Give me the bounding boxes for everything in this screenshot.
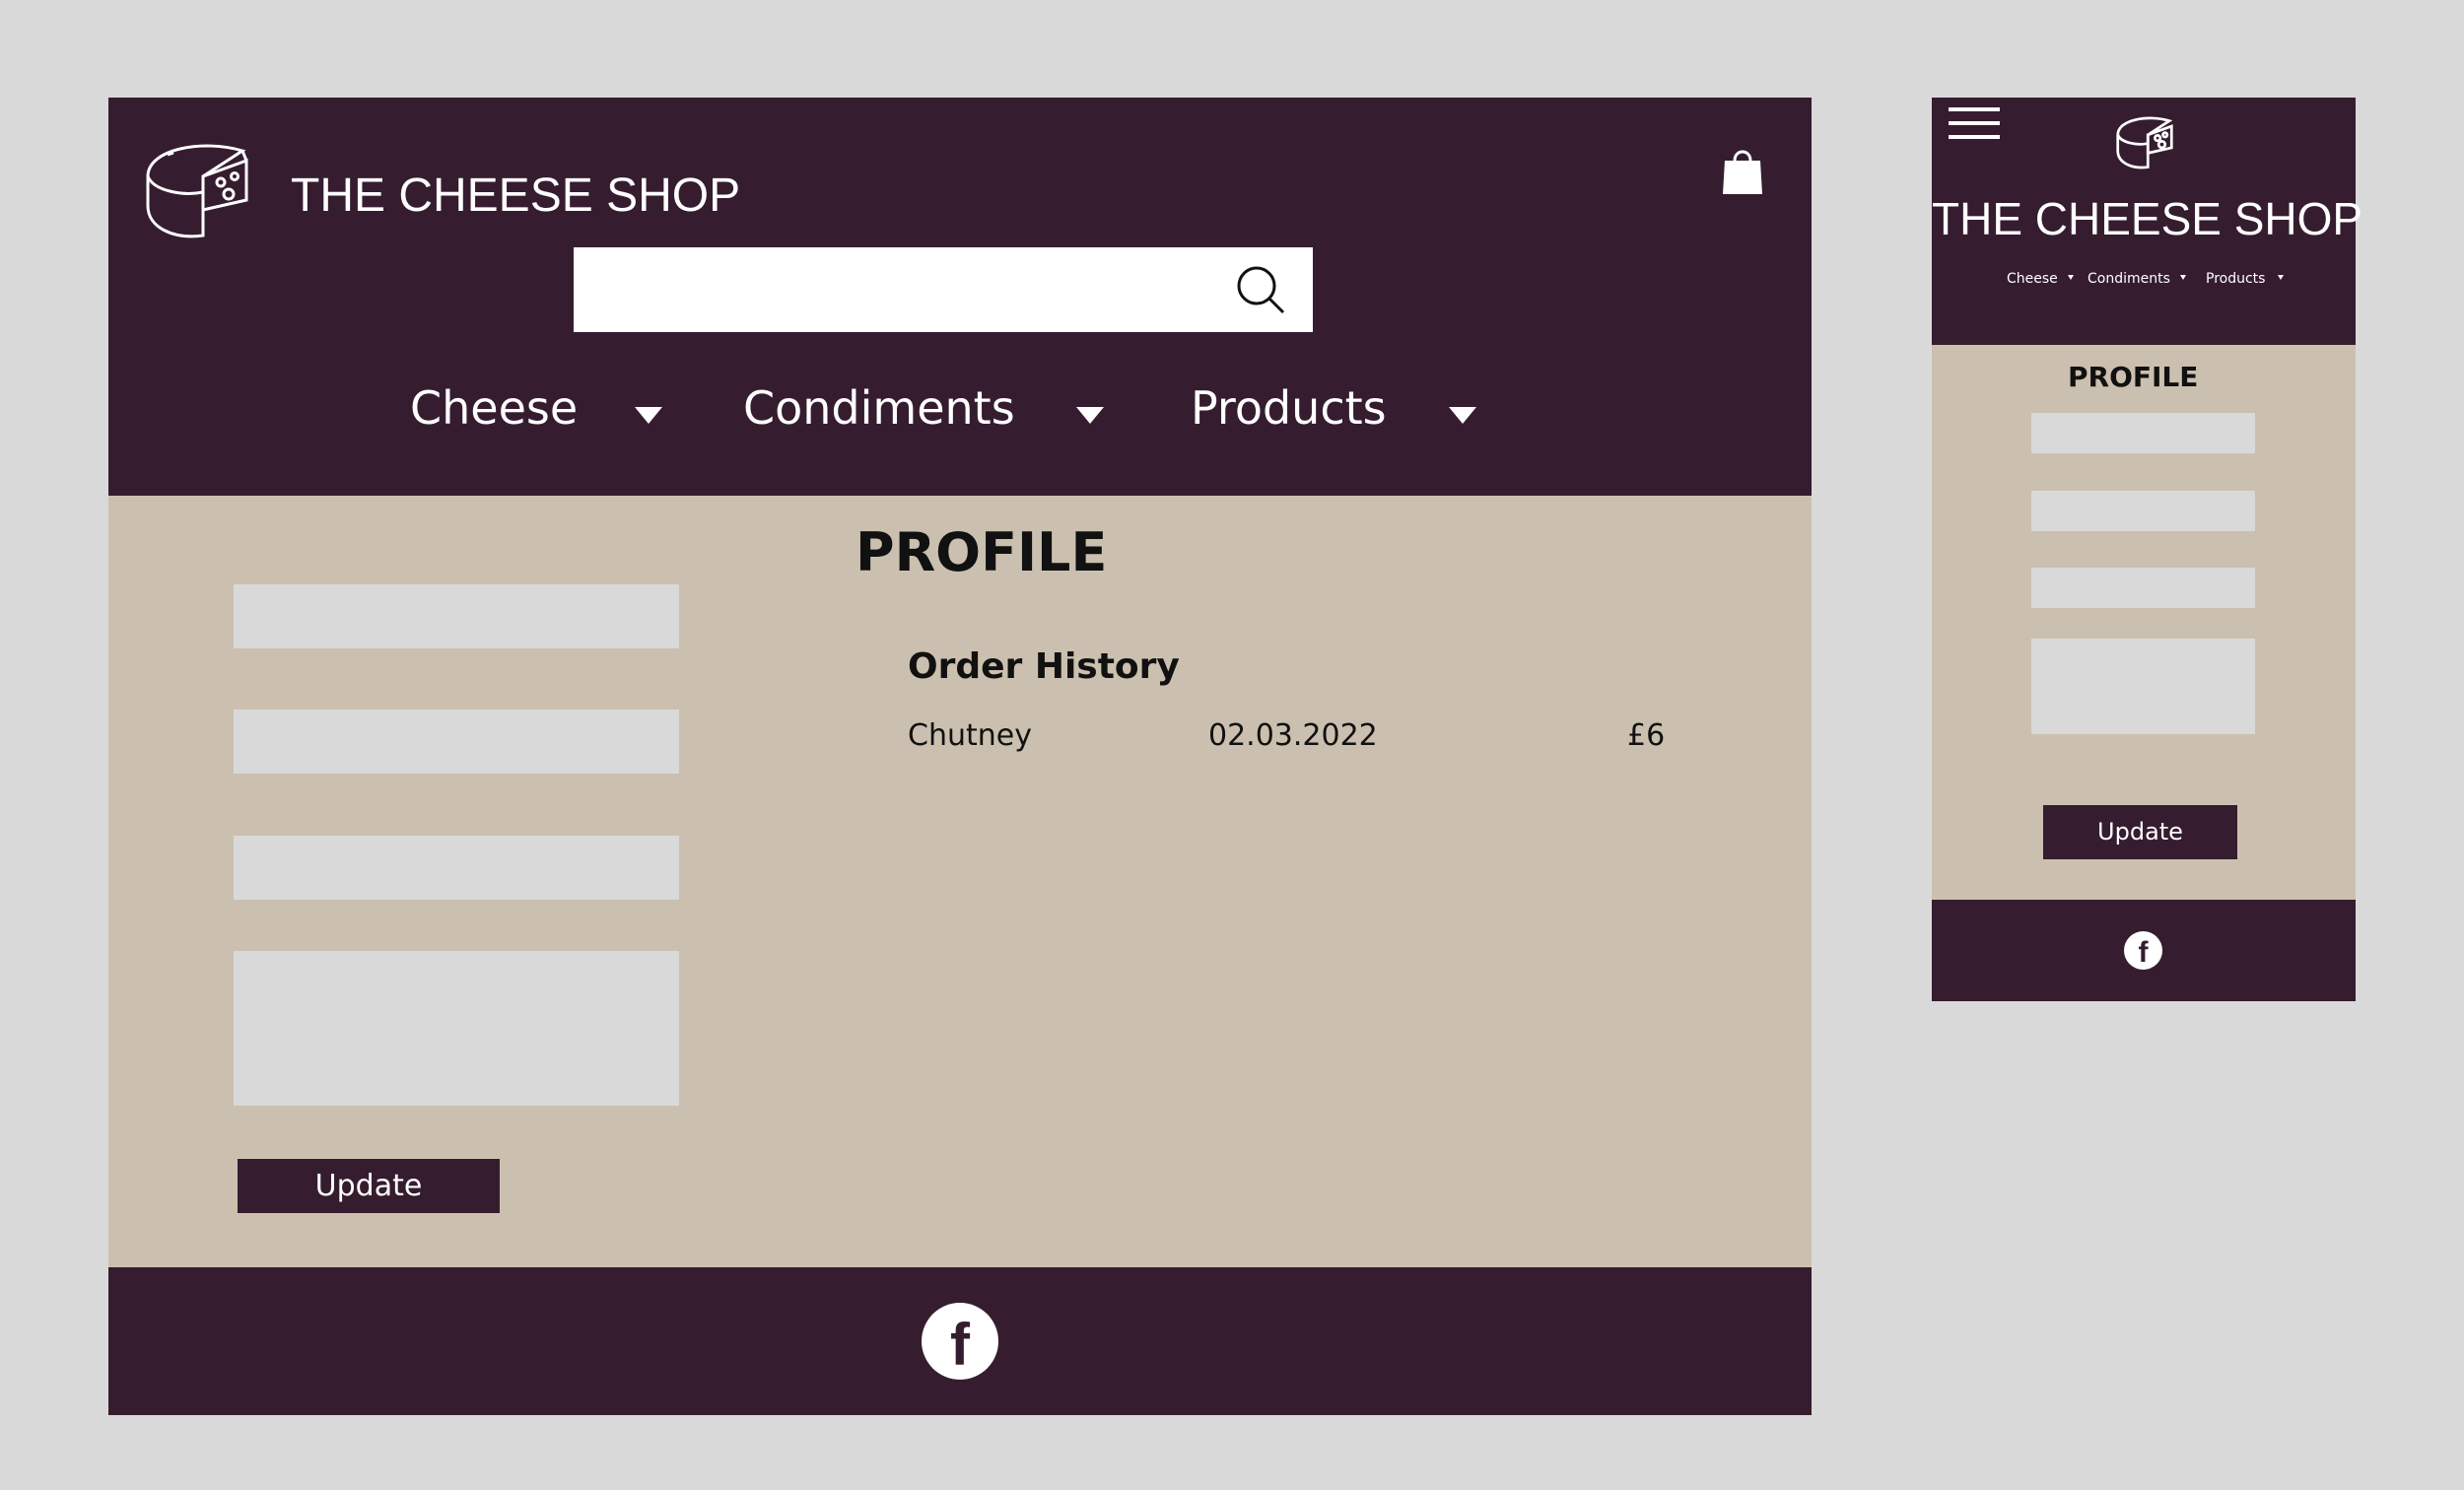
order-price: £6 <box>1627 718 1666 753</box>
desktop-header: THE CHEESE SHOP Cheese Condiments Produc… <box>108 98 1812 496</box>
search-bar[interactable] <box>574 247 1313 332</box>
mobile-content: PROFILE Update <box>1932 345 2356 900</box>
nav-item-label: Cheese <box>2007 271 2058 287</box>
order-date: 02.03.2022 <box>1208 718 1378 753</box>
site-title[interactable]: THE CHEESE SHOP <box>291 169 740 223</box>
profile-field-2[interactable] <box>234 710 679 774</box>
facebook-icon[interactable]: f <box>2124 931 2162 970</box>
profile-field-1[interactable] <box>234 584 679 648</box>
hamburger-menu-icon[interactable] <box>1947 105 2002 145</box>
nav-item-products[interactable]: Products <box>1191 381 1486 440</box>
nav-item-cheese[interactable]: Cheese <box>410 381 662 440</box>
nav-item-label: Condiments <box>743 381 1015 435</box>
facebook-icon[interactable]: f <box>922 1303 998 1380</box>
nav-item-products[interactable]: Products <box>2206 268 2289 288</box>
mobile-header: THE CHEESE SHOP Cheese Condiments Produc… <box>1932 98 2362 345</box>
cheese-wheel-icon[interactable] <box>2115 113 2174 172</box>
desktop-footer: f <box>108 1267 1812 1415</box>
cheese-wheel-icon[interactable] <box>144 137 250 245</box>
search-icon[interactable] <box>1234 263 1289 318</box>
site-title[interactable]: THE CHEESE SHOP <box>1932 192 2362 245</box>
page-title: PROFILE <box>856 521 1108 583</box>
nav-item-label: Products <box>2206 271 2266 287</box>
desktop-content: PROFILE Update Order History Chutney 02.… <box>108 496 1812 1267</box>
update-button-label: Update <box>314 1169 423 1203</box>
profile-field-4[interactable] <box>2031 639 2255 734</box>
caret-down-icon <box>1449 407 1476 424</box>
profile-field-2[interactable] <box>2031 491 2255 531</box>
profile-field-1[interactable] <box>2031 413 2255 453</box>
caret-down-icon <box>2278 275 2284 280</box>
desktop-frame: THE CHEESE SHOP Cheese Condiments Produc… <box>108 98 1812 1415</box>
nav-item-label: Products <box>1191 381 1387 435</box>
nav-item-label: Cheese <box>410 381 579 435</box>
caret-down-icon <box>2068 275 2074 280</box>
update-button[interactable]: Update <box>2043 805 2237 859</box>
order-item: Chutney <box>908 718 1032 753</box>
nav-item-label: Condiments <box>2088 271 2170 287</box>
profile-field-3[interactable] <box>2031 568 2255 608</box>
order-row[interactable]: Chutney 02.03.2022 £6 <box>908 718 1696 764</box>
mobile-footer: f <box>1932 900 2356 1001</box>
page-title: PROFILE <box>2068 361 2199 393</box>
nav-item-cheese[interactable]: Cheese <box>2007 268 2082 288</box>
mobile-frame: THE CHEESE SHOP Cheese Condiments Produc… <box>1932 98 2362 1001</box>
order-history-heading: Order History <box>908 646 1180 687</box>
search-input[interactable] <box>589 265 1204 316</box>
caret-down-icon <box>635 407 662 424</box>
profile-field-3[interactable] <box>234 836 679 900</box>
update-button-label: Update <box>2097 818 2183 846</box>
nav-item-condiments[interactable]: Condiments <box>2088 268 2192 288</box>
shopping-bag-icon[interactable] <box>1721 143 1764 196</box>
update-button[interactable]: Update <box>238 1159 500 1213</box>
nav-item-condiments[interactable]: Condiments <box>743 381 1118 440</box>
profile-field-4[interactable] <box>234 951 679 1106</box>
caret-down-icon <box>1076 407 1104 424</box>
caret-down-icon <box>2180 275 2186 280</box>
